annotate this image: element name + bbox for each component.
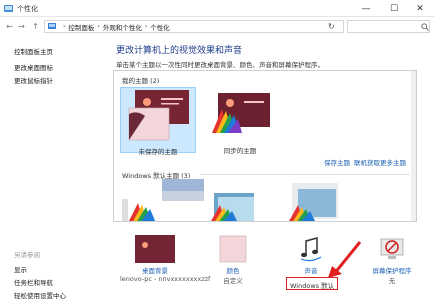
save-theme-link[interactable]: 保存主题 (324, 157, 350, 167)
default-themes-row (122, 179, 338, 221)
theme-preview-icon (212, 93, 270, 133)
close-button[interactable]: ✕ (406, 0, 434, 17)
theme-preview-icon (128, 90, 189, 141)
theme-name-unsaved: 未保存的主题 (138, 148, 178, 156)
address-bar: ← → ↑ › 控制面板 › 外观和个性化 › 个性化 ↻ (0, 17, 434, 36)
search-input[interactable] (347, 20, 430, 33)
search-icon (421, 23, 429, 31)
get-more-themes-link[interactable]: 联机获取更多主题 (354, 157, 406, 167)
sidebar-link-mouse-pointer[interactable]: 更改鼠标指针 (14, 75, 53, 85)
breadcrumb[interactable]: › 控制面板 › 外观和个性化 › 个性化 (44, 20, 344, 33)
sidebar: 控制面板主页 更改桌面图标 更改鼠标指针 另请参阅 显示 任务栏和导航 轻松使用… (0, 36, 100, 306)
minimize-button[interactable]: — (352, 0, 380, 17)
screensaver-setting[interactable]: 屏幕保护程序 无 (354, 235, 430, 285)
section-divider (200, 174, 410, 175)
window-title: 个性化 (17, 5, 38, 13)
breadcrumb-separator: › (97, 23, 100, 30)
desktop-background-sub: lenovo-pc - nnvxxxxxxxxzzf (120, 275, 211, 283)
back-arrow-icon[interactable]: ← (4, 21, 15, 32)
desktop-background-setting[interactable]: 桌面背景 lenovo-pc - nnvxxxxxxxxzzf (120, 235, 211, 283)
page-description: 单击某个主题以一次性同时更改桌面背景、颜色、声音和屏幕保护程序。 (116, 61, 324, 69)
theme-name-synced: 同步的主题 (223, 147, 257, 155)
breadcrumb-separator: › (144, 23, 148, 30)
maximize-button[interactable]: ☐ (380, 0, 408, 17)
desktop-background-label: 桌面背景 (142, 267, 168, 275)
up-arrow-icon[interactable]: ↑ (30, 21, 41, 32)
screensaver-sub: 无 (388, 277, 396, 285)
theme-tile-synced[interactable]: 同步的主题 (202, 87, 278, 155)
breadcrumb-control-panel[interactable]: 控制面板 (68, 22, 94, 32)
screensaver-label: 屏幕保护程序 (372, 267, 412, 275)
sidebar-link-ease-of-access[interactable]: 轻松使用设置中心 (14, 290, 66, 300)
breadcrumb-personalization[interactable]: 个性化 (150, 22, 170, 32)
sidebar-link-control-panel-home[interactable]: 控制面板主页 (14, 46, 53, 56)
color-sub: 自定义 (223, 277, 243, 285)
themes-panel: 我的主题 (2) 未保存的主题 同步的主题 保存主题 联机获取更多主题 Wind… (113, 70, 417, 222)
color-setting[interactable]: 颜色 自定义 (208, 235, 258, 285)
page-title: 更改计算机上的视觉效果和声音 (116, 46, 243, 56)
breadcrumb-separator: › (63, 23, 66, 30)
personalization-icon (4, 5, 13, 12)
desktop-background-icon (135, 235, 175, 263)
themes-scrollbar[interactable] (411, 71, 416, 221)
color-swatch-icon (219, 235, 247, 263)
sidebar-link-display[interactable]: 显示 (14, 264, 27, 274)
sound-notes-icon (300, 237, 322, 262)
forward-arrow-icon[interactable]: → (16, 21, 27, 32)
theme-tile-unsaved[interactable]: 未保存的主题 (120, 87, 196, 156)
my-themes-label: 我的主题 (2) (122, 77, 160, 85)
sidebar-link-desktop-icons[interactable]: 更改桌面图标 (14, 62, 53, 72)
screensaver-icon (380, 238, 404, 259)
sidebar-link-taskbar[interactable]: 任务栏和导航 (14, 277, 53, 287)
title-bar: 个性化 — ☐ ✕ (0, 0, 434, 17)
sound-sub: Windows 默认 (290, 282, 335, 290)
breadcrumb-appearance[interactable]: 外观和个性化 (103, 22, 142, 32)
see-also-heading: 另请参阅 (14, 251, 40, 259)
control-panel-icon (48, 23, 56, 29)
color-label: 颜色 (226, 267, 240, 275)
refresh-icon[interactable]: ↻ (328, 22, 335, 31)
